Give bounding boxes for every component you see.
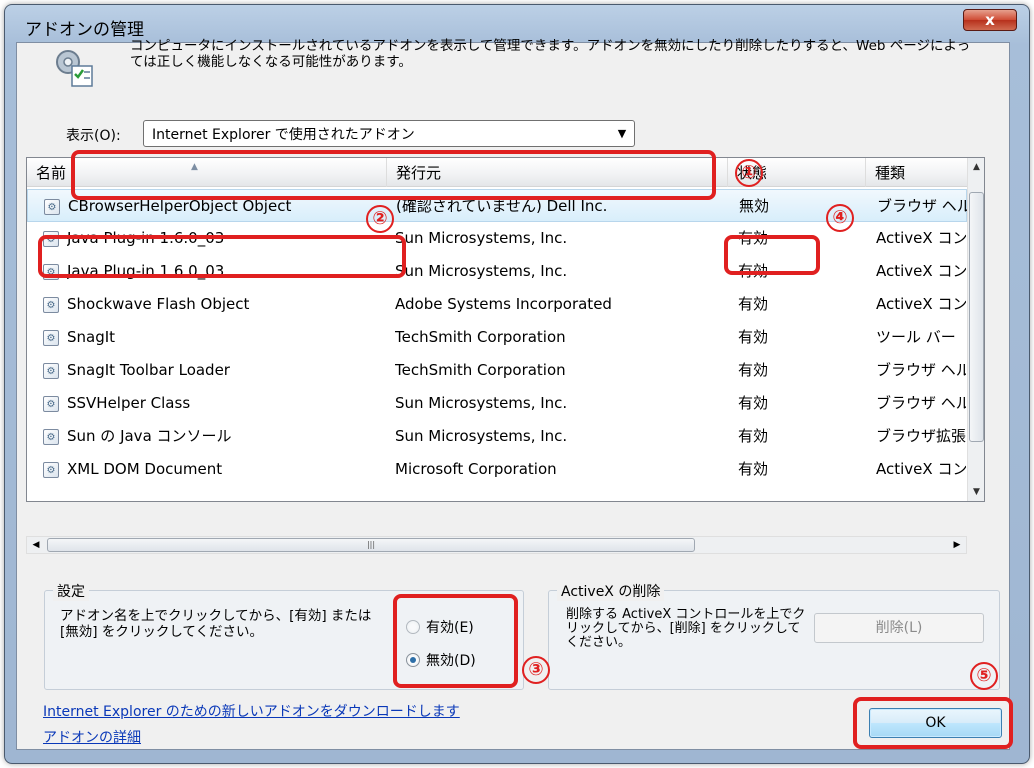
row-publisher: Adobe Systems Incorporated [395,295,612,313]
addon-icon: ⚙ [43,297,59,313]
annotation-number-4: ④ [826,204,854,232]
row-publisher: Sun Microsystems, Inc. [395,427,568,445]
table-row[interactable]: ⚙ Shockwave Flash Object Adobe Systems I… [27,288,967,321]
show-label: 表示(O): [66,128,121,144]
row-name: Sun の Java コンソール [67,427,232,445]
vertical-scrollbar[interactable]: ▲ ▼ [967,158,984,501]
annotation-number-1: ① [735,159,763,187]
row-type: ActiveX コン [876,295,966,313]
row-type: ブラウザ ヘル [876,361,966,379]
row-publisher: Microsoft Corporation [395,460,557,478]
annotation-box-2 [38,235,406,278]
row-name: SSVHelper Class [67,394,191,412]
addon-icon: ⚙ [43,363,59,379]
annotation-number-2: ② [366,205,394,233]
row-type: ActiveX コン [876,229,966,247]
row-status: 有効 [738,328,769,346]
row-type: ActiveX コン [876,262,966,280]
row-name: XML DOM Document [67,460,223,478]
row-type: ブラウザ ヘル [876,394,966,412]
table-row[interactable]: ⚙ SnagIt TechSmith Corporation 有効 ツール バー [27,321,967,354]
row-type: ツール バー [876,328,956,346]
horizontal-scrollbar[interactable]: ◀ ||| ▶ [26,536,967,554]
row-name: Shockwave Flash Object [67,295,250,313]
description-text: コンピュータにインストールされているアドオンを表示して管理できます。アドオンを無… [130,38,971,70]
row-publisher: Sun Microsystems, Inc. [395,229,568,247]
row-publisher: TechSmith Corporation [395,328,566,346]
row-type: ブラウザ ヘル [877,197,967,215]
addon-settings-icon [56,50,93,87]
vertical-scroll-thumb[interactable] [969,192,984,442]
row-name: SnagIt [67,328,116,346]
row-publisher: Sun Microsystems, Inc. [395,262,568,280]
row-name: SnagIt Toolbar Loader [67,361,230,379]
activex-description: 削除する ActiveX コントロールを上でクリックしてから、[削除] をクリッ… [566,607,806,650]
row-status: 有効 [738,394,769,412]
show-dropdown[interactable]: Internet Explorer で使用されたアドオン ▼ [143,120,635,147]
row-publisher: Sun Microsystems, Inc. [395,394,568,412]
table-row[interactable]: ⚙ SnagIt Toolbar Loader TechSmith Corpor… [27,354,967,387]
addon-icon: ⚙ [43,396,59,412]
delete-button[interactable]: 削除(L) [814,613,984,643]
chevron-down-icon: ▼ [617,127,627,140]
row-status: 有効 [738,295,769,313]
scroll-up-icon[interactable]: ▲ [968,158,984,176]
row-status: 有効 [738,460,769,478]
annotation-box-5 [853,697,1013,749]
close-button[interactable]: x [963,9,1017,31]
row-publisher: TechSmith Corporation [395,361,566,379]
annotation-number-3: ③ [522,656,550,684]
row-type: ActiveX コン [876,460,966,478]
column-label: 名前 [36,164,67,182]
annotation-box-3 [393,594,518,688]
horizontal-scroll-thumb[interactable]: ||| [47,538,695,552]
addon-icon: ⚙ [43,429,59,445]
addon-details-link[interactable]: アドオンの詳細 [43,727,141,747]
activex-group-title: ActiveX の削除 [557,581,665,601]
row-status: 有効 [738,427,769,445]
scroll-down-icon[interactable]: ▼ [968,483,984,501]
row-type: ブラウザ拡張 [876,427,966,445]
settings-group-title: 設定 [53,581,89,601]
row-status: 有効 [738,361,769,379]
addon-icon: ⚙ [44,199,60,215]
column-header-type[interactable]: 種類 [866,158,967,187]
annotation-box-1 [71,150,716,200]
show-dropdown-value: Internet Explorer で使用されたアドオン [152,126,415,143]
scroll-right-icon[interactable]: ▶ [948,537,966,554]
table-row[interactable]: ⚙ SSVHelper Class Sun Microsystems, Inc.… [27,387,967,420]
scroll-left-icon[interactable]: ◀ [27,537,45,554]
window-title: アドオンの管理 [25,20,144,40]
table-row[interactable]: ⚙ Sun の Java コンソール Sun Microsystems, Inc… [27,420,967,453]
close-icon: x [985,11,995,29]
annotation-box-4 [724,235,820,275]
annotation-number-5: ⑤ [970,662,998,690]
settings-description: アドオン名を上でクリックしてから、[有効] または [無効] をクリックしてくだ… [60,608,372,640]
download-addons-link[interactable]: Internet Explorer のための新しいアドオンをダウンロードします [43,701,460,721]
table-row[interactable]: ⚙ XML DOM Document Microsoft Corporation… [27,453,967,486]
addon-icon: ⚙ [43,330,59,346]
addon-icon: ⚙ [43,462,59,478]
